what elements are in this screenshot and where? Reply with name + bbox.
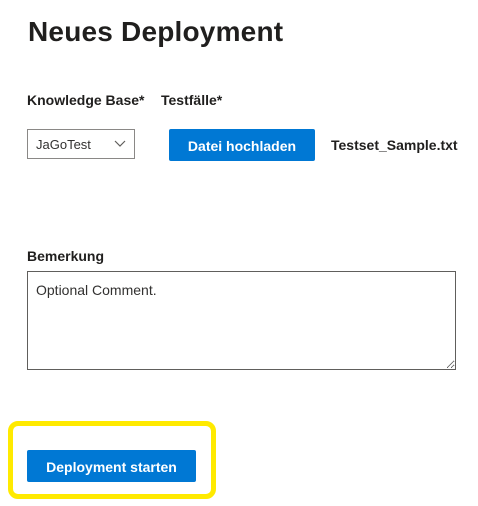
testfaelle-label: Testfälle* bbox=[161, 92, 223, 108]
bemerkung-label: Bemerkung bbox=[27, 248, 105, 264]
start-deployment-button[interactable]: Deployment starten bbox=[27, 450, 196, 482]
chevron-down-icon bbox=[114, 140, 126, 147]
upload-file-button[interactable]: Datei hochladen bbox=[169, 129, 315, 161]
knowledge-base-selected-value: JaGoTest bbox=[36, 137, 91, 152]
knowledge-base-label: Knowledge Base* bbox=[27, 92, 145, 108]
new-deployment-page: Neues Deployment Knowledge Base* Testfäl… bbox=[0, 0, 478, 506]
knowledge-base-select[interactable]: JaGoTest bbox=[27, 129, 135, 159]
page-title: Neues Deployment bbox=[28, 16, 284, 47]
bemerkung-textarea[interactable] bbox=[27, 271, 456, 370]
uploaded-filename: Testset_Sample.txt bbox=[331, 137, 458, 153]
